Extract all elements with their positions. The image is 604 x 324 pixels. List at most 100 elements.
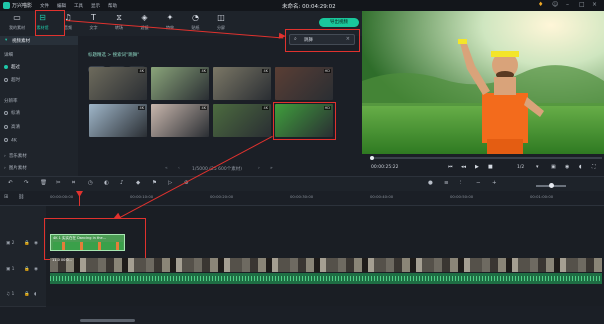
- toolbar-folder[interactable]: ▭ 我的素材: [5, 12, 29, 34]
- stock-thumbnail[interactable]: HD: [275, 67, 333, 100]
- keyframe-icon[interactable]: ◆: [136, 180, 140, 186]
- toolbar-filter[interactable]: ◈滤镜: [133, 12, 157, 34]
- stock-thumbnail[interactable]: 4K: [89, 67, 147, 100]
- menu-tools[interactable]: 工具: [74, 3, 83, 9]
- resolution-4k[interactable]: 4K: [4, 138, 17, 144]
- quality-dropdown-icon[interactable]: ▾: [536, 164, 539, 170]
- video-preview[interactable]: [362, 11, 604, 154]
- add-track-icon[interactable]: ⊞: [4, 194, 8, 200]
- toolbar-label: 文字: [89, 25, 98, 30]
- highlight-selected-thumb: [273, 102, 336, 140]
- delete-icon[interactable]: 🗑: [40, 180, 47, 186]
- folder-icon: ▭: [13, 13, 21, 22]
- resolution-sd[interactable]: 标清: [4, 110, 20, 116]
- timeline-ruler[interactable]: 00:00:00:00 00:00:10:00 00:00:20:00 00:00:3…: [46, 192, 604, 204]
- ruler-label: 00:00:20:00: [210, 194, 234, 199]
- toolbar-split-screen[interactable]: ◫ 分屏: [209, 12, 233, 34]
- toolbar-effects[interactable]: ✦特效: [158, 12, 182, 34]
- close-icon[interactable]: ×: [592, 1, 597, 8]
- render-icon[interactable]: ▣: [551, 164, 556, 170]
- account-icon[interactable]: ☺: [552, 1, 558, 8]
- link-icon[interactable]: ⛓: [18, 194, 24, 200]
- stock-thumbnail[interactable]: 4K: [213, 104, 271, 137]
- page-first-icon[interactable]: «: [165, 166, 168, 171]
- maximize-icon[interactable]: □: [579, 1, 585, 8]
- page-prev-icon[interactable]: ‹: [178, 166, 180, 171]
- stock-thumbnail[interactable]: 4K: [89, 104, 147, 137]
- resolution-badge: 4K: [200, 106, 207, 110]
- pagination-label: 1/5000 (25 600个素材): [192, 167, 243, 172]
- menu-view[interactable]: 显示: [91, 3, 100, 9]
- resolution-hd[interactable]: 高清: [4, 124, 20, 130]
- fullscreen-icon[interactable]: ⛶: [592, 164, 596, 170]
- preview-frame: [362, 11, 604, 154]
- audio-mute-icon[interactable]: ◖: [34, 292, 36, 297]
- timeline-hscroll-thumb[interactable]: [80, 319, 135, 322]
- redo-icon[interactable]: ↷: [24, 180, 29, 186]
- clip-filmstrip: [50, 258, 602, 272]
- mixer-icon[interactable]: ≡: [444, 180, 449, 186]
- radio-off-icon: [4, 77, 8, 82]
- preview-scrubber[interactable]: [370, 157, 602, 159]
- resolution-badge: 4K: [262, 106, 269, 110]
- voiceover-icon[interactable]: ●: [428, 180, 433, 186]
- volume-icon[interactable]: ◖: [579, 164, 582, 170]
- resolution-badge: 4K: [200, 69, 207, 73]
- track1-eye-icon[interactable]: ◉: [34, 267, 38, 272]
- radio-option-1[interactable]: 超过: [4, 64, 20, 70]
- stock-thumbnail[interactable]: 4K: [151, 104, 209, 137]
- menu-file[interactable]: 文件: [40, 3, 49, 9]
- export-video-button[interactable]: 导出视频: [319, 18, 359, 27]
- radio-off-icon: [4, 110, 8, 115]
- menu-help[interactable]: 帮助: [108, 3, 117, 9]
- category-images[interactable]: › 图片素材: [4, 165, 27, 171]
- page-next-icon[interactable]: ›: [258, 166, 260, 171]
- main-clip-audio-wave: [50, 273, 602, 284]
- main-video-clip[interactable]: 11.0 00:0...: [50, 258, 602, 272]
- minimize-icon[interactable]: –: [566, 1, 569, 8]
- highlight-search-box: [285, 29, 360, 52]
- category-music[interactable]: › 音乐素材: [4, 153, 27, 159]
- track2-eye-icon[interactable]: ◉: [34, 241, 38, 246]
- breadcrumb[interactable]: 标题精选 > 搜索词"跳舞": [88, 52, 139, 58]
- preview-timecode: 00:00:25:22: [371, 165, 399, 170]
- zoom-slider-handle[interactable]: [549, 183, 554, 188]
- chevron-right-icon: ›: [4, 154, 6, 159]
- marker-icon[interactable]: ⚑: [152, 180, 157, 186]
- audio-icon[interactable]: ♪: [120, 180, 124, 186]
- crop-icon[interactable]: ⌗: [72, 180, 75, 187]
- menu-edit[interactable]: 编辑: [57, 3, 66, 9]
- ruler-label: 00:01:00:00: [530, 194, 554, 199]
- frame-back-icon[interactable]: ◂◂: [461, 164, 466, 170]
- audio-track-icon: ♫ 1: [6, 292, 15, 297]
- color-icon[interactable]: ◐: [104, 180, 109, 186]
- stock-thumbnail[interactable]: 4K: [151, 67, 209, 100]
- stock-thumbnail[interactable]: 4K: [213, 67, 271, 100]
- step-back-icon[interactable]: ⏮: [448, 164, 453, 170]
- cut-icon[interactable]: ✂: [56, 180, 61, 186]
- sticker-icon: ◔: [192, 13, 199, 22]
- snapshot-icon[interactable]: ◉: [565, 164, 569, 170]
- play-icon[interactable]: ▶: [475, 164, 479, 170]
- track-audio-1: [0, 286, 604, 307]
- track2-lock-icon[interactable]: 🔒: [24, 241, 30, 246]
- ruler-label: 00:00:00:00: [50, 194, 74, 199]
- project-title: 未命名: 00:04:29:02: [282, 4, 336, 10]
- premium-icon[interactable]: ♦: [538, 1, 543, 8]
- stop-icon[interactable]: ■: [488, 164, 493, 170]
- ruler-label: 00:00:50:00: [450, 194, 474, 199]
- track1-lock-icon[interactable]: 🔒: [24, 267, 30, 272]
- render-preview-icon[interactable]: ▷: [168, 180, 172, 186]
- undo-icon[interactable]: ↶: [8, 180, 13, 186]
- resolution-badge: HD: [323, 69, 331, 73]
- page-last-icon[interactable]: »: [270, 166, 273, 171]
- toolbar-label: 分屏: [217, 25, 225, 30]
- speed-icon[interactable]: ◷: [88, 180, 93, 186]
- zoom-out-icon[interactable]: −: [476, 180, 481, 186]
- split-icon[interactable]: ⫶: [460, 180, 461, 187]
- zoom-in-icon[interactable]: +: [492, 180, 497, 186]
- app-logo-icon: [3, 2, 10, 9]
- audio-lock-icon[interactable]: 🔒: [24, 292, 30, 297]
- radio-option-2[interactable]: 超时: [4, 77, 20, 83]
- scrubber-handle[interactable]: [370, 155, 374, 160]
